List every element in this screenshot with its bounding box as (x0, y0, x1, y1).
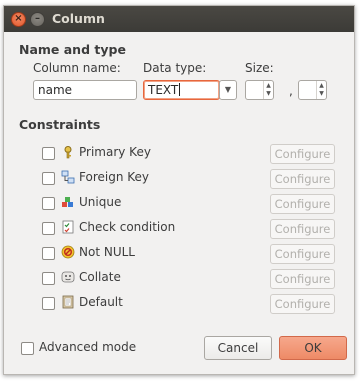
data-type-label: Data type: (143, 61, 207, 75)
constraint-row-default: Default Configure (42, 293, 342, 315)
not-null-icon (61, 245, 75, 259)
close-window-button[interactable]: × (11, 12, 26, 27)
spin-arrows-icon[interactable]: ▲ ▼ (316, 81, 326, 99)
column-name-label: Column name: (33, 61, 121, 75)
minimize-window-button[interactable]: – (30, 12, 45, 27)
default-label: Default (79, 295, 123, 309)
check-condition-label: Check condition (79, 220, 176, 234)
constraints-heading: Constraints (19, 117, 101, 132)
key-icon (64, 146, 72, 159)
collate-checkbox[interactable] (42, 272, 55, 285)
cancel-button[interactable]: Cancel (204, 336, 272, 360)
ok-button[interactable]: OK (279, 336, 347, 360)
column-dialog: × – Column Name and type Column name: Da… (3, 5, 355, 375)
constraint-row-not-null: Not NULL Configure (42, 243, 342, 265)
not-null-label: Not NULL (79, 245, 135, 259)
size-precision-spinbox[interactable]: ▲ ▼ (298, 80, 327, 100)
not-null-checkbox[interactable] (42, 247, 55, 260)
default-icon (62, 295, 74, 309)
unique-checkbox[interactable] (42, 197, 55, 210)
primary-key-checkbox[interactable] (42, 147, 55, 160)
default-configure-button[interactable]: Configure (270, 294, 335, 314)
constraint-row-primary-key: Primary Key Configure (42, 143, 342, 165)
size-label: Size: (245, 61, 274, 75)
foreign-key-label: Foreign Key (79, 170, 149, 184)
foreign-key-configure-button[interactable]: Configure (270, 169, 335, 189)
data-type-value: TEXT (148, 83, 179, 97)
constraint-row-unique: Unique Configure (42, 193, 342, 215)
window-title: Column (52, 11, 105, 26)
check-condition-configure-button[interactable]: Configure (270, 219, 335, 239)
text-caret (179, 83, 181, 96)
size-separator: , (289, 84, 293, 98)
spin-arrows-icon[interactable]: ▲ ▼ (263, 81, 273, 99)
advanced-mode-label: Advanced mode (39, 340, 137, 354)
column-name-value: name (38, 83, 73, 97)
name-and-type-heading: Name and type (19, 42, 126, 57)
column-name-input[interactable]: name (33, 80, 137, 100)
primary-key-label: Primary Key (79, 145, 151, 159)
default-checkbox[interactable] (42, 297, 55, 310)
unique-label: Unique (79, 195, 122, 209)
data-type-dropdown-button[interactable]: ▼ (219, 80, 237, 100)
not-null-configure-button[interactable]: Configure (270, 244, 335, 264)
title-bar[interactable]: × – Column (4, 6, 354, 32)
collate-configure-button[interactable]: Configure (270, 269, 335, 289)
minimize-icon: – (35, 13, 40, 24)
collate-label: Collate (79, 270, 121, 284)
constraint-row-foreign-key: Foreign Key Configure (42, 168, 342, 190)
foreign-key-checkbox[interactable] (42, 172, 55, 185)
check-condition-icon (62, 220, 74, 234)
chevron-down-icon: ▼ (224, 85, 232, 94)
unique-configure-button[interactable]: Configure (270, 194, 335, 214)
close-icon: × (14, 13, 23, 24)
size-length-spinbox[interactable]: ▲ ▼ (245, 80, 274, 100)
foreign-key-icon (61, 170, 75, 184)
constraint-row-check-condition: Check condition Configure (42, 218, 342, 240)
advanced-mode-checkbox[interactable] (21, 342, 34, 355)
collate-icon (61, 271, 75, 283)
data-type-combo[interactable]: TEXT (143, 80, 220, 100)
primary-key-configure-button[interactable]: Configure (270, 144, 335, 164)
unique-icon (62, 197, 73, 207)
constraint-row-collate: Collate Configure (42, 268, 342, 290)
check-condition-checkbox[interactable] (42, 222, 55, 235)
